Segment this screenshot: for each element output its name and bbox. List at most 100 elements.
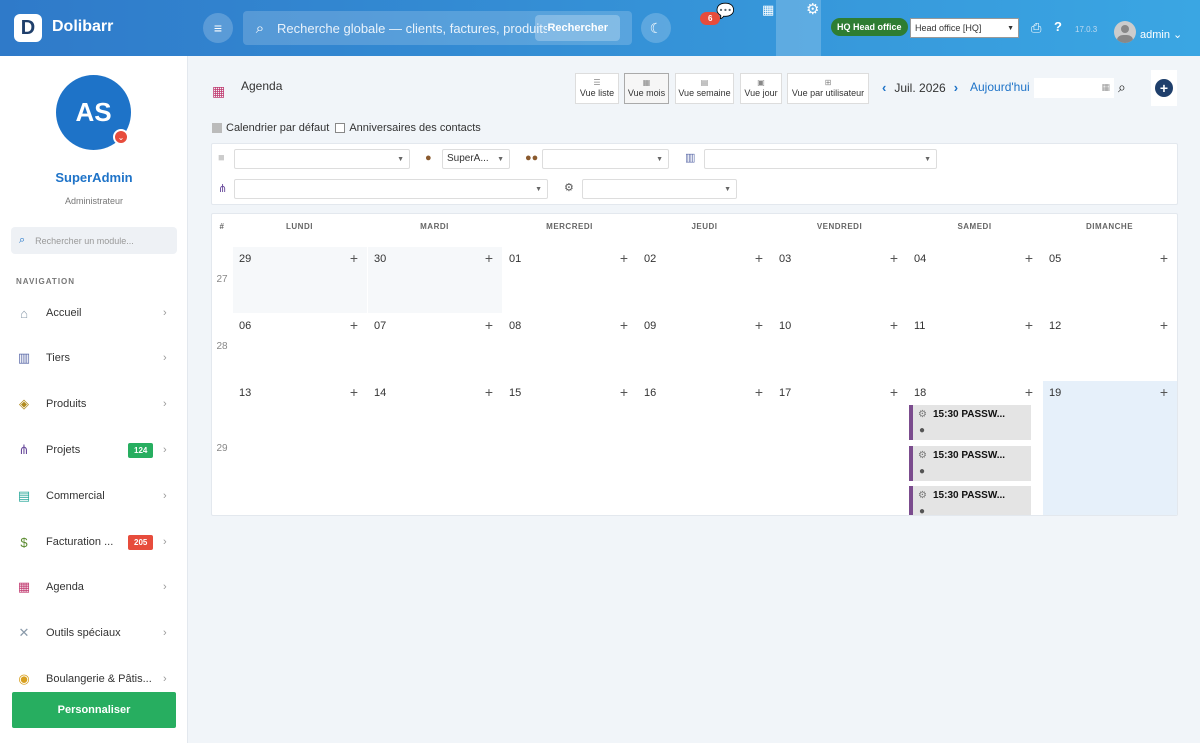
event-type-select[interactable]: ▼	[234, 149, 410, 169]
add-event-icon[interactable]: +	[620, 384, 628, 400]
dark-mode-toggle-icon[interactable]: ☾	[641, 13, 671, 43]
calendar-day-cell[interactable]: 17 +	[772, 380, 907, 515]
sidebar-item-produits[interactable]: ◈ Produits ›	[0, 384, 188, 424]
app-name[interactable]: Dolibarr	[52, 18, 113, 36]
print-icon[interactable]: ⎙	[1031, 20, 1041, 36]
sidebar-item-commercial[interactable]: ▤ Commercial ›	[0, 476, 188, 516]
calendar-day-cell[interactable]: 29 +	[232, 246, 367, 313]
add-event-icon[interactable]: +	[620, 250, 628, 266]
calendar-day-cell[interactable]: 15 +	[502, 380, 637, 515]
day-number[interactable]: 07	[374, 320, 386, 332]
avatar-dropdown-icon[interactable]: ⌄	[113, 129, 129, 145]
day-number[interactable]: 01	[509, 253, 521, 265]
add-event-icon[interactable]: +	[755, 384, 763, 400]
birthdays-checkbox[interactable]	[335, 123, 346, 133]
add-event-icon[interactable]: +	[1025, 317, 1033, 333]
view-month-button[interactable]: ▦ Vue mois	[624, 73, 669, 104]
user-filter-select[interactable]: SuperA... ▼	[442, 149, 510, 169]
calendar-day-cell[interactable]: 11 +	[907, 313, 1042, 380]
calendar-day-cell[interactable]: 09 +	[637, 313, 772, 380]
add-event-icon[interactable]: +	[755, 317, 763, 333]
day-number[interactable]: 11	[914, 320, 925, 332]
calendar-day-cell[interactable]: 19 +	[1042, 380, 1177, 515]
add-event-icon[interactable]: +	[485, 384, 493, 400]
today-link[interactable]: Aujourd'hui	[970, 80, 1030, 94]
app-logo-icon[interactable]: D	[14, 14, 42, 42]
add-event-icon[interactable]: +	[1025, 250, 1033, 266]
calendar-day-cell[interactable]: 07 +	[367, 313, 502, 380]
day-number[interactable]: 03	[779, 253, 791, 265]
calendar-day-cell[interactable]: 10 +	[772, 313, 907, 380]
add-event-icon[interactable]: +	[1160, 250, 1168, 266]
default-calendar-checkbox[interactable]	[212, 123, 222, 133]
view-list-button[interactable]: ☰ Vue liste	[575, 73, 619, 104]
calendar-event[interactable]: ⚙ 15:30 PASSW... ●	[909, 486, 1031, 515]
user-menu[interactable]: admin ⌄	[1140, 28, 1182, 41]
day-number[interactable]: 02	[644, 253, 656, 265]
status-filter-select[interactable]: ▼	[582, 179, 737, 199]
settings-gear-icon[interactable]: ⚙	[806, 0, 819, 18]
day-number[interactable]: 06	[239, 320, 251, 332]
sidebar-item-outils[interactable]: ✕ Outils spéciaux ›	[0, 613, 188, 653]
add-event-icon[interactable]: +	[620, 317, 628, 333]
day-number[interactable]: 29	[239, 253, 251, 265]
sidebar-item-projets[interactable]: ⋔ Projets 124 ›	[0, 430, 188, 470]
sidebar-user-name[interactable]: SuperAdmin	[0, 170, 188, 185]
calendar-top-icon[interactable]: ▦	[762, 2, 774, 18]
day-number[interactable]: 10	[779, 320, 791, 332]
project-filter-select[interactable]: ▼	[234, 179, 548, 199]
week-number[interactable]: 27	[212, 274, 232, 285]
day-number[interactable]: 19	[1049, 387, 1061, 399]
add-event-icon[interactable]: +	[755, 250, 763, 266]
day-number[interactable]: 13	[239, 387, 251, 399]
day-number[interactable]: 15	[509, 387, 521, 399]
day-number[interactable]: 09	[644, 320, 656, 332]
add-event-button[interactable]: +	[1151, 70, 1177, 106]
calendar-day-cell[interactable]: 12 +	[1042, 313, 1177, 380]
day-number[interactable]: 14	[374, 387, 386, 399]
calendar-event[interactable]: ⚙ 15:30 PASSW... ●	[909, 405, 1031, 440]
day-number[interactable]: 17	[779, 387, 791, 399]
thirdparty-filter-select[interactable]: ▼	[704, 149, 937, 169]
user-avatar[interactable]	[1114, 21, 1136, 43]
day-number[interactable]: 04	[914, 253, 926, 265]
sidebar-item-agenda[interactable]: ▦ Agenda ›	[0, 567, 188, 607]
calendar-day-cell[interactable]: 03 +	[772, 246, 907, 313]
hamburger-menu-icon[interactable]: ≡	[203, 13, 233, 43]
add-event-icon[interactable]: +	[890, 384, 898, 400]
add-event-icon[interactable]: +	[1160, 384, 1168, 400]
day-number[interactable]: 08	[509, 320, 521, 332]
sidebar-item-accueil[interactable]: ⌂ Accueil ›	[0, 293, 188, 333]
day-number[interactable]: 05	[1049, 253, 1061, 265]
calendar-day-cell[interactable]: 06 +	[232, 313, 367, 380]
calendar-day-cell[interactable]: 02 +	[637, 246, 772, 313]
calendar-event[interactable]: ⚙ 15:30 PASSW... ●	[909, 446, 1031, 481]
day-number[interactable]: 12	[1049, 320, 1061, 332]
add-event-icon[interactable]: +	[890, 250, 898, 266]
calendar-day-cell[interactable]: 04 +	[907, 246, 1042, 313]
add-event-icon[interactable]: +	[350, 384, 358, 400]
day-number[interactable]: 30	[374, 253, 386, 265]
add-event-icon[interactable]: +	[485, 317, 493, 333]
previous-month-icon[interactable]: ‹	[882, 80, 886, 95]
calendar-day-cell[interactable]: 14 +	[367, 380, 502, 515]
add-event-icon[interactable]: +	[1025, 384, 1033, 400]
calendar-picker-icon[interactable]: ▦	[1101, 82, 1110, 93]
module-search-input[interactable]: ⌕ Rechercher un module...	[11, 227, 177, 254]
add-event-icon[interactable]: +	[485, 250, 493, 266]
view-week-button[interactable]: ▤ Vue semaine	[675, 73, 734, 104]
day-number[interactable]: 16	[644, 387, 656, 399]
view-day-button[interactable]: ▣ Vue jour	[740, 73, 782, 104]
calendar-day-cell[interactable]: 13 +	[232, 380, 367, 515]
global-search-input[interactable]	[277, 20, 547, 36]
calendar-day-cell[interactable]: 30 +	[367, 246, 502, 313]
customize-button[interactable]: Personnaliser	[12, 692, 176, 728]
entity-select[interactable]: Head office [HQ] ▼	[910, 18, 1019, 38]
date-picker-input[interactable]: ▦	[1034, 78, 1114, 98]
next-month-icon[interactable]: ›	[954, 80, 958, 95]
view-per-user-button[interactable]: ⊞ Vue par utilisateur	[787, 73, 869, 104]
week-number[interactable]: 28	[212, 341, 232, 352]
add-event-icon[interactable]: +	[350, 250, 358, 266]
calendar-day-cell[interactable]: 16 +	[637, 380, 772, 515]
search-icon[interactable]: ⌕	[1118, 79, 1126, 96]
